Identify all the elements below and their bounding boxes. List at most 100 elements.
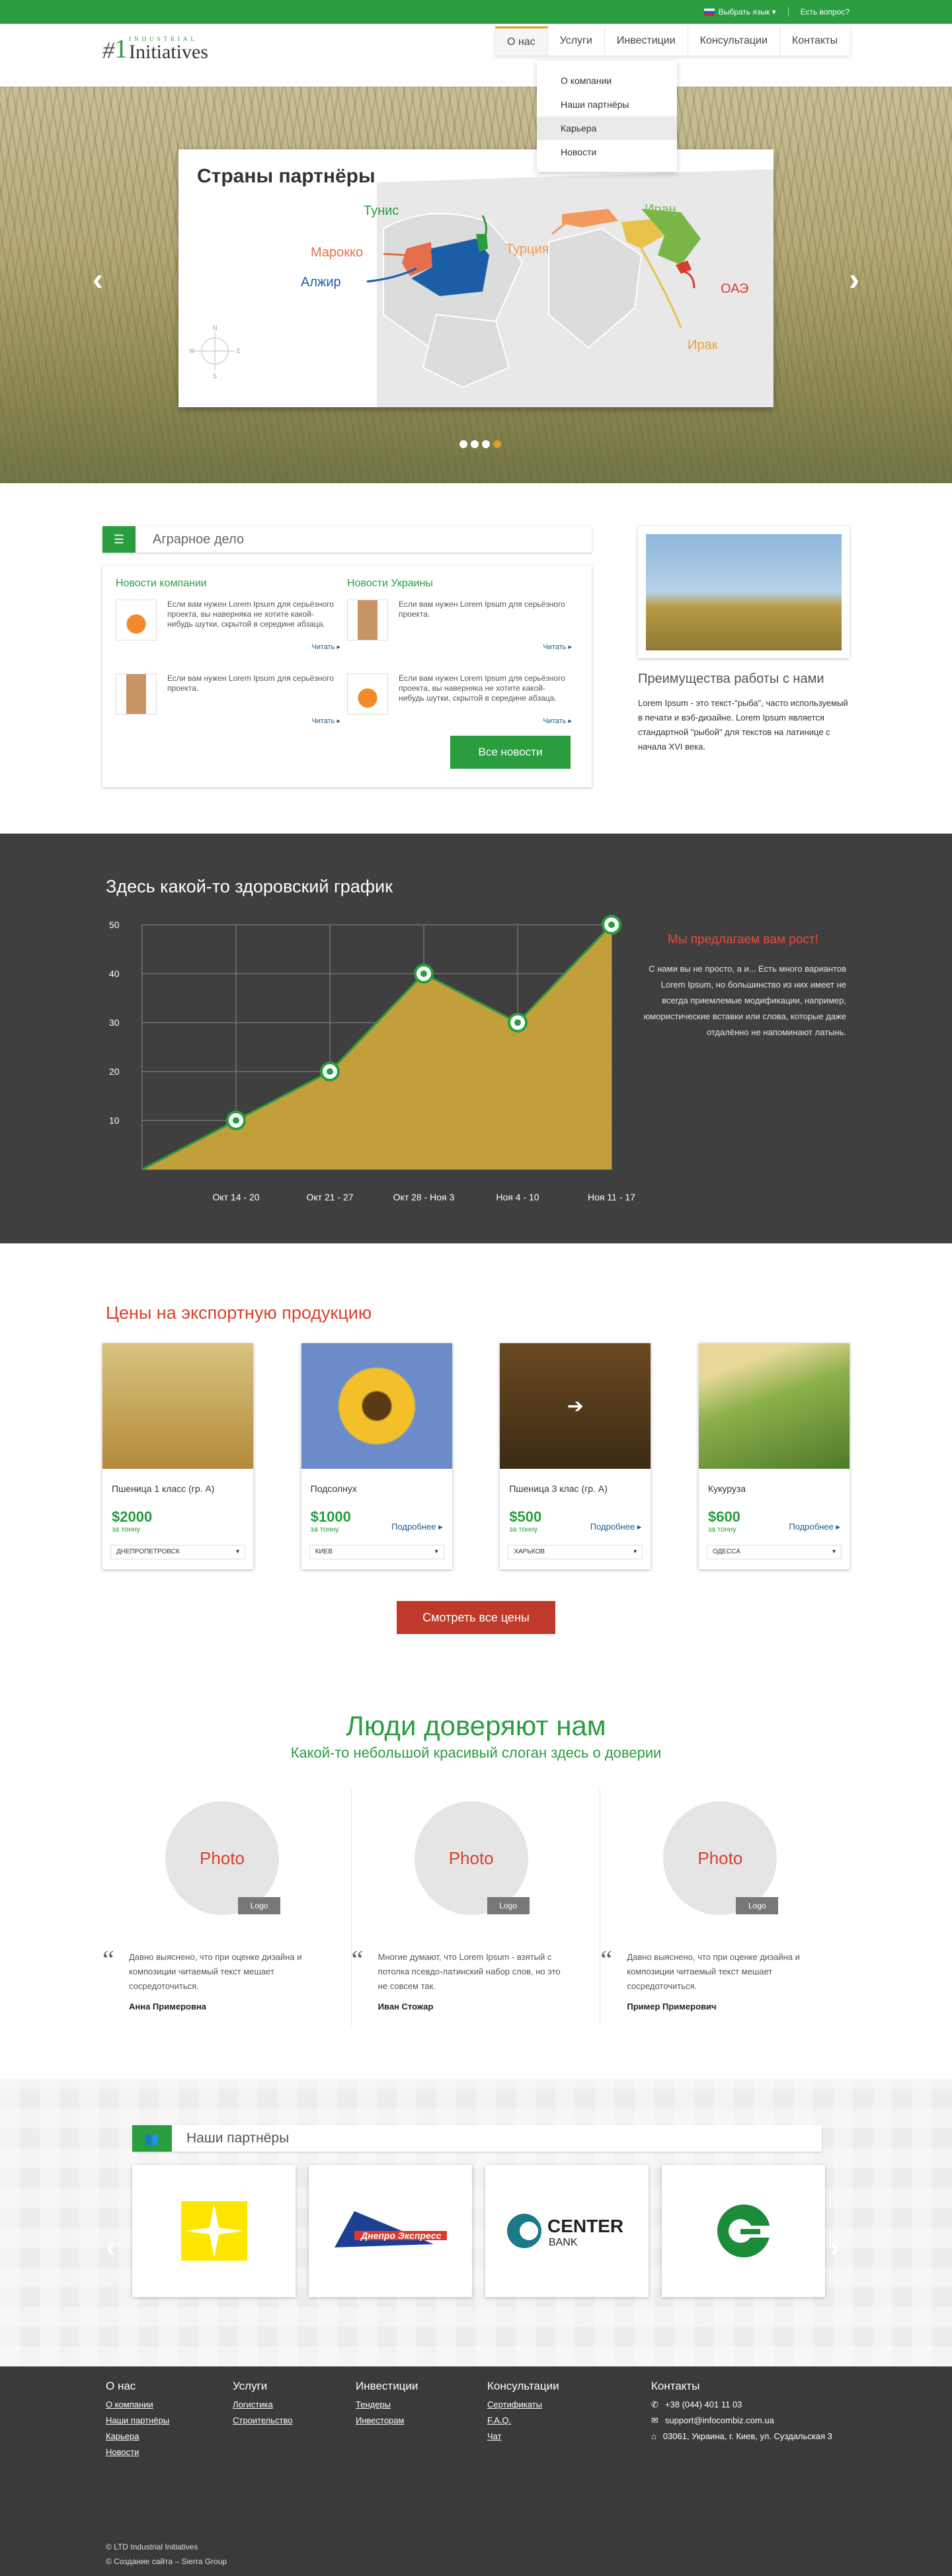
country-label-algeria: Алжир [301, 275, 341, 290]
footer-link[interactable]: Логистика [233, 2397, 292, 2413]
read-more-link[interactable]: Читать ▸ [311, 643, 340, 651]
footer-link[interactable]: О компании [106, 2397, 169, 2413]
product-price: $500 [509, 1508, 542, 1525]
news-text: Если вам нужен Lorem Ipsum для серьёзног… [399, 674, 565, 703]
logo-big-text: Initiatives [129, 41, 208, 63]
logo-hash: # [102, 37, 114, 63]
y-tick-label: 50 [109, 919, 120, 930]
language-selector[interactable]: Выбрать язык ▾ [703, 7, 776, 17]
partner-logo-g[interactable] [662, 2165, 825, 2297]
benefits-title: Преимущества работы с нами [638, 672, 824, 686]
slider-dot[interactable] [482, 440, 490, 448]
growth-text: С нами вы не просто, а и... Есть много в… [643, 964, 846, 1037]
partners-next-arrow-icon[interactable]: › [830, 2231, 840, 2264]
center-bank-logo-icon: CENTERBANK [506, 2214, 623, 2248]
partner-countries-map: Страны партнёры Тунис Марокко Алжир Турц… [178, 149, 774, 407]
dropdown-item-news[interactable]: Новости [537, 140, 677, 164]
footer-investments: Инвестиции Тендеры Инвесторам [356, 2380, 418, 2429]
svg-text:Днепро Экспресс: Днепро Экспресс [360, 2230, 442, 2241]
read-more-link[interactable]: Читать ▸ [543, 717, 572, 725]
x-tick-label: Окт 14 - 20 [212, 1192, 259, 1202]
footer-link[interactable]: Новости [106, 2444, 169, 2460]
slider-prev-arrow-icon[interactable]: ‹ [93, 262, 103, 298]
footer-link[interactable]: Наши партнёры [106, 2413, 169, 2429]
slider-dot[interactable] [459, 440, 467, 448]
news-text: Если вам нужен Lorem Ipsum для серьёзног… [167, 674, 334, 693]
footer-link[interactable]: Чат [487, 2429, 559, 2444]
all-news-button[interactable]: Все новости [450, 736, 571, 769]
corn-image [698, 1343, 850, 1469]
svg-text:BANK: BANK [549, 2237, 578, 2248]
export-prices-section: Цены на экспортную продукцию Пшеница 1 к… [0, 1243, 952, 1674]
slider-next-arrow-icon[interactable]: › [849, 262, 859, 298]
more-link[interactable]: Подробнее ▸ [391, 1522, 443, 1532]
question-link[interactable]: Есть вопрос? [801, 7, 850, 17]
top-bar: Выбрать язык ▾ Есть вопрос? [0, 0, 952, 24]
dnepro-express-logo-icon: Днепро Экспресс [334, 2211, 447, 2247]
data-point-center [420, 970, 427, 977]
footer-link[interactable]: Инвесторам [356, 2413, 418, 2429]
nav-item-consulting[interactable]: Консультации [688, 26, 780, 56]
company-news-title: Новости компании [116, 578, 207, 589]
footer-contacts-title: Контакты [651, 2380, 700, 2392]
price-card[interactable]: Пшеница 1 класс (гр. А) $2000 за тонну Д… [102, 1343, 253, 1569]
news-item: Если вам нужен Lorem Ipsum для серьёзног… [347, 600, 578, 660]
price-card[interactable]: Подсолнух $1000 за тонну Подробнее ▸ КИЕ… [301, 1343, 452, 1569]
list-icon: ☰ [102, 526, 136, 553]
dropdown-item-company[interactable]: О компании [537, 69, 677, 93]
logo-one: 1 [114, 34, 128, 63]
city-select[interactable]: ОДЕССА ▾ [706, 1545, 842, 1559]
footer-link[interactable]: Тендеры [356, 2397, 418, 2413]
price-card[interactable]: Кукуруза $600 за тонну Подробнее ▸ ОДЕСС… [698, 1343, 850, 1569]
nav-item-investments[interactable]: Инвестиции [605, 26, 688, 56]
partners-prev-arrow-icon[interactable]: ‹ [106, 2231, 116, 2264]
footer-contacts: Контакты ✆ +38 (044) 401 11 03 ✉ support@i… [651, 2380, 832, 2444]
section-title-bar: ☰ Аграрное дело [102, 526, 592, 553]
city-select[interactable]: КИЕВ ▾ [309, 1545, 444, 1559]
partner-logo-dnepro[interactable]: Днепро Экспресс [309, 2165, 472, 2297]
x-tick-label: Окт 28 - Ноя 3 [393, 1192, 455, 1202]
traffic-cone-thumbnail [116, 600, 157, 641]
footer-link[interactable]: Строительство [233, 2413, 292, 2429]
slider-dot[interactable] [471, 440, 479, 448]
country-label-uae: ОАЭ [721, 282, 749, 296]
compass-e: E [237, 348, 241, 354]
data-point-center [514, 1019, 521, 1026]
country-label-tunisia: Тунис [364, 204, 399, 218]
read-more-link[interactable]: Читать ▸ [311, 717, 340, 725]
more-link[interactable]: Подробнее ▸ [590, 1522, 642, 1532]
slider-dot-active[interactable] [493, 440, 501, 448]
partner-logo-yellow-star[interactable] [132, 2165, 296, 2297]
footer-link[interactable]: F.A.Q. [487, 2413, 559, 2429]
all-prices-button[interactable]: Смотреть все цены [397, 1601, 555, 1634]
map-graphic [195, 169, 774, 407]
price-card[interactable]: ➔ Пшеница 3 клас (гр. А) $500 за тонну П… [500, 1343, 651, 1569]
footer-link[interactable]: Карьера [106, 2429, 169, 2444]
coffee-cup-thumbnail [116, 674, 157, 715]
read-more-link[interactable]: Читать ▸ [543, 643, 572, 651]
quote-icon: “ [351, 1945, 364, 1974]
contact-email[interactable]: support@infocombiz.com.ua [665, 2413, 774, 2429]
partner-logo-center-bank[interactable]: CENTER BANK [485, 2165, 649, 2297]
contact-address: 03061, Украина, г. Киев, ул. Суздальская… [662, 2431, 832, 2441]
footer-about: О нас О компании Наши партнёры Карьера Н… [106, 2380, 169, 2460]
dropdown-item-career[interactable]: Карьера [537, 116, 677, 140]
city-select[interactable]: ХАРЬКОВ ▾ [508, 1545, 643, 1559]
dropdown-item-partners[interactable]: Наши партнёры [537, 93, 677, 116]
testimonial: Photo Logo “ Давно выяснено, что при оце… [102, 1788, 352, 2026]
nav-item-contacts[interactable]: Контакты [780, 26, 850, 56]
quote-icon: “ [600, 1945, 613, 1974]
testimonial-author: Пример Примерович [627, 2002, 717, 2011]
nav-item-about[interactable]: О нас [495, 26, 548, 56]
site-logo[interactable]: # 1 INDUSTRIAL Initiatives [102, 34, 208, 63]
city-select[interactable]: ДНЕПРОПЕТРОВСК ▾ [110, 1545, 245, 1559]
product-name: Пшеница 1 класс (гр. А) [112, 1483, 215, 1494]
footer-link[interactable]: Сертификаты [487, 2397, 559, 2413]
email-icon: ✉ [651, 2415, 658, 2425]
chevron-down-icon: ▾ [235, 1548, 239, 1555]
section-title: Аграрное дело [153, 531, 244, 547]
company-logo-tag: Logo [487, 1897, 530, 1914]
more-link[interactable]: Подробнее ▸ [789, 1522, 840, 1532]
nav-item-services[interactable]: Услуги [548, 26, 605, 56]
product-price: $1000 [310, 1508, 351, 1525]
